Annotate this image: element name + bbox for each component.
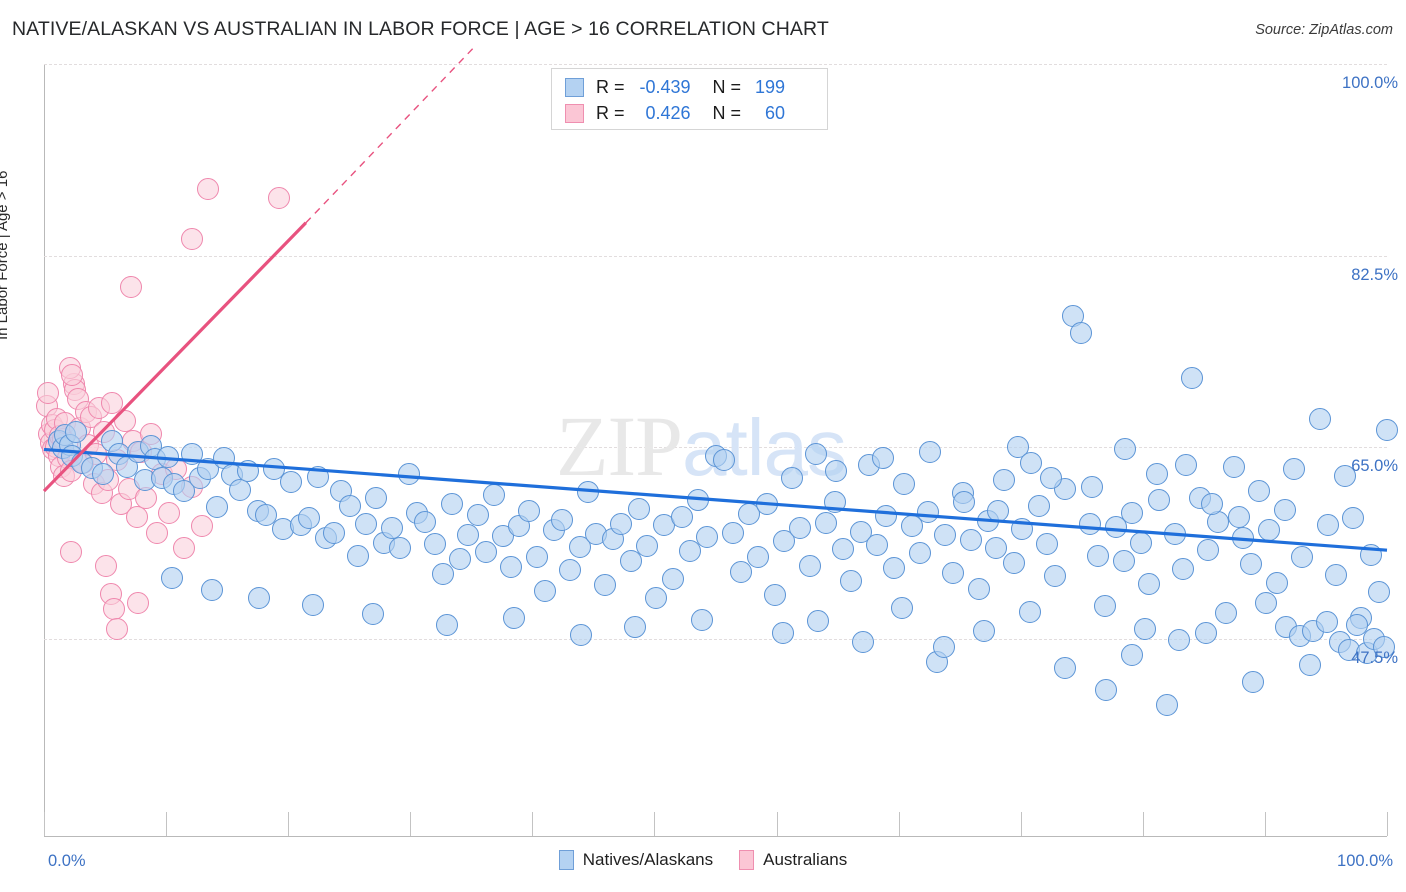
trend-line-natives bbox=[43, 447, 1388, 552]
series-legend-item-australians[interactable]: Australians bbox=[739, 850, 847, 870]
x-axis-tick bbox=[410, 812, 412, 836]
r-label-natives: R = bbox=[596, 76, 625, 97]
y-axis-title: In Labor Force | Age > 16 bbox=[0, 170, 11, 340]
n-value-australians: 60 bbox=[765, 102, 786, 123]
series-label-natives: Natives/Alaskans bbox=[582, 850, 714, 869]
x-axis-tick bbox=[1020, 812, 1022, 836]
series-legend: Natives/Alaskans Australians bbox=[0, 850, 1406, 870]
x-axis-tick bbox=[532, 812, 534, 836]
series-swatch-australians-icon bbox=[739, 850, 755, 870]
y-axis-tick-label: 100.0% bbox=[1342, 74, 1398, 92]
series-swatch-natives-icon bbox=[558, 850, 574, 870]
n-label-natives: N = bbox=[712, 76, 742, 97]
x-axis-line bbox=[44, 836, 1387, 837]
x-axis-tick bbox=[288, 812, 290, 836]
x-axis-tick bbox=[898, 812, 900, 836]
x-axis-tick bbox=[1142, 812, 1144, 836]
trend-lines-layer bbox=[42, 47, 1388, 552]
y-axis-tick-label: 82.5% bbox=[1351, 265, 1398, 284]
plot-area: ZIPatlas bbox=[35, 47, 1398, 836]
correlation-stats-legend: R = -0.439 N = 199 R = 0.426 N = 60 bbox=[551, 68, 828, 130]
page-title: NATIVE/ALASKAN VS AUSTRALIAN IN LABOR FO… bbox=[12, 18, 829, 40]
series-legend-item-natives[interactable]: Natives/Alaskans bbox=[558, 850, 714, 870]
r-label-australians: R = bbox=[596, 102, 625, 123]
r-value-australians: 0.426 bbox=[645, 102, 691, 123]
stats-row-natives: R = -0.439 N = 199 bbox=[565, 74, 785, 100]
n-label-australians: N = bbox=[712, 102, 742, 123]
x-axis-tick bbox=[1264, 812, 1266, 836]
x-axis-tick bbox=[166, 812, 168, 836]
legend-swatch-australians bbox=[565, 103, 584, 123]
r-value-natives: -0.439 bbox=[639, 76, 691, 97]
y-axis-tick-label: 47.5% bbox=[1351, 648, 1398, 667]
y-axis-tick-label: 65.0% bbox=[1351, 457, 1398, 476]
legend-swatch-natives bbox=[565, 77, 584, 97]
x-axis-tick bbox=[44, 812, 45, 836]
series-label-australians: Australians bbox=[763, 850, 848, 869]
x-axis-tick bbox=[776, 812, 778, 836]
source-attribution: Source: ZipAtlas.com bbox=[1255, 22, 1393, 38]
stats-row-australians: R = 0.426 N = 60 bbox=[565, 100, 785, 126]
x-axis-tick bbox=[654, 812, 656, 836]
x-axis-tick bbox=[1387, 812, 1388, 836]
trend-line-australians-extension bbox=[305, 47, 475, 224]
trend-line-australians bbox=[42, 221, 308, 493]
n-value-natives: 199 bbox=[754, 76, 786, 97]
correlation-chart: NATIVE/ALASKAN VS AUSTRALIAN IN LABOR FO… bbox=[0, 0, 1406, 892]
